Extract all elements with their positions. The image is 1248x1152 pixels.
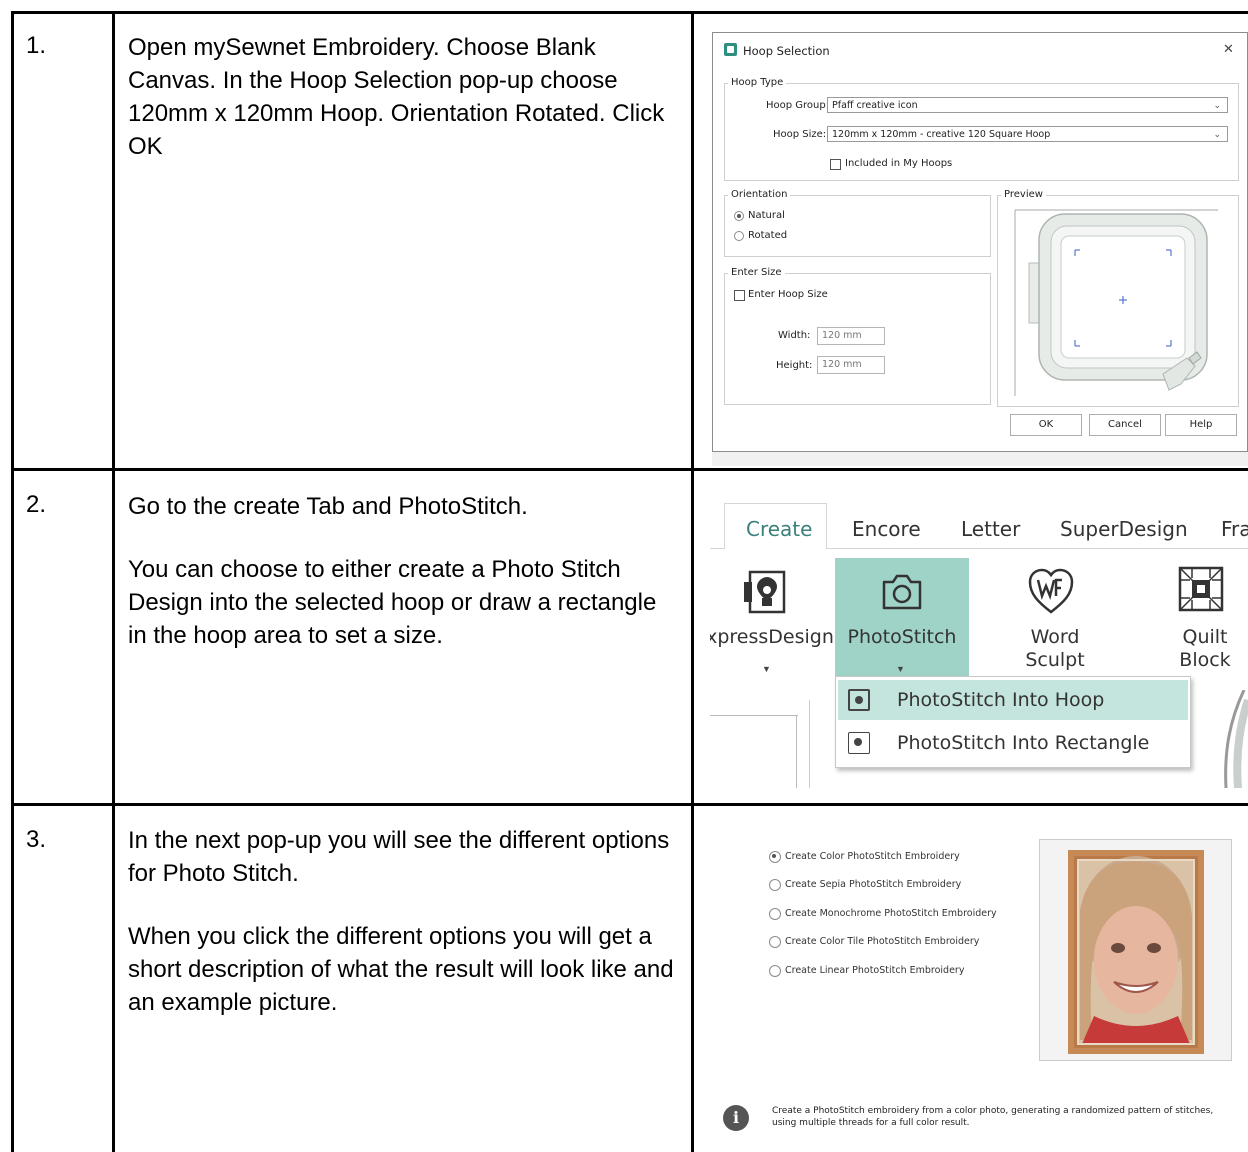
app-icon bbox=[724, 43, 737, 56]
chevron-down-icon: ⌄ bbox=[1213, 101, 1221, 111]
option-description-line1: Create a PhotoStitch embroidery from a c… bbox=[772, 1106, 1214, 1116]
menu-item-label: PhotoStitch Into Rectangle bbox=[897, 732, 1150, 754]
hoop-edge-graphic bbox=[1210, 689, 1248, 788]
step-number: 1. bbox=[26, 32, 47, 59]
dialog-title: Hoop Selection bbox=[743, 44, 830, 58]
preview-legend: Preview bbox=[1001, 189, 1046, 200]
menu-item-label: PhotoStitch Into Hoop bbox=[897, 689, 1105, 711]
quilt-block-tool[interactable]: Quilt Block bbox=[1160, 558, 1248, 676]
chevron-down-icon: ⌄ bbox=[1213, 130, 1221, 140]
included-label: Included in My Hoops bbox=[845, 158, 953, 169]
expressdesign-label: xpressDesign bbox=[710, 626, 834, 648]
hoop-group-select[interactable]: Pfaff creative icon ⌄ bbox=[827, 97, 1228, 113]
instruction-paragraph: When you click the different options you… bbox=[128, 923, 674, 1016]
enter-hoop-size-label: Enter Hoop Size bbox=[748, 289, 828, 300]
instruction-paragraph: Go to the create Tab and PhotoStitch. bbox=[128, 493, 528, 520]
word-sculpt-tool[interactable]: Word Sculpt bbox=[990, 558, 1110, 676]
enter-hoop-size-checkbox[interactable] bbox=[734, 290, 745, 301]
included-checkbox[interactable] bbox=[830, 159, 841, 170]
ok-button[interactable]: OK bbox=[1010, 414, 1082, 436]
option-label[interactable]: Create Monochrome PhotoStitch Embroidery bbox=[785, 908, 997, 919]
photostitch-options-panel: Create Color PhotoStitch Embroidery Crea… bbox=[700, 820, 1248, 1152]
option-radio-sepia[interactable] bbox=[769, 879, 781, 891]
example-picture bbox=[1039, 839, 1232, 1061]
option-label[interactable]: Create Sepia PhotoStitch Embroidery bbox=[785, 879, 961, 890]
option-label[interactable]: Create Color PhotoStitch Embroidery bbox=[785, 851, 960, 862]
embroidered-portrait-image bbox=[1068, 850, 1204, 1054]
option-radio-monochrome[interactable] bbox=[769, 908, 781, 920]
quilt-block-line2: Block bbox=[1179, 649, 1231, 671]
hoop-size-label: Hoop Size: bbox=[773, 129, 827, 140]
step-instructions: Open mySewnet Embroidery. Choose Blank C… bbox=[128, 31, 678, 193]
caret-down-icon: ▼ bbox=[762, 664, 771, 674]
photostitch-rectangle-icon bbox=[848, 732, 870, 754]
hoop-size-value: 120mm x 120mm - creative 120 Square Hoop bbox=[832, 129, 1051, 140]
menu-item-photostitch-into-rectangle[interactable]: PhotoStitch Into Rectangle bbox=[838, 723, 1188, 763]
info-icon: i bbox=[723, 1105, 749, 1131]
hoop-type-legend: Hoop Type bbox=[728, 77, 787, 88]
help-button[interactable]: Help bbox=[1165, 414, 1237, 436]
quilt-block-line1: Quilt bbox=[1182, 626, 1228, 648]
hoop-group-value: Pfaff creative icon bbox=[832, 100, 918, 111]
hoop-group-label: Hoop Group: bbox=[766, 100, 830, 111]
word-sculpt-icon bbox=[1028, 568, 1074, 614]
step-number: 2. bbox=[26, 491, 47, 518]
menu-item-photostitch-into-hoop[interactable]: PhotoStitch Into Hoop bbox=[838, 680, 1188, 720]
word-sculpt-line2: Sculpt bbox=[1025, 649, 1085, 671]
caret-down-icon: ▼ bbox=[896, 664, 905, 674]
tab-frames[interactable]: Fra bbox=[1221, 517, 1248, 541]
option-label[interactable]: Create Linear PhotoStitch Embroidery bbox=[785, 965, 964, 976]
photostitch-tool[interactable]: PhotoStitch ▼ bbox=[835, 558, 969, 676]
option-radio-color-tile[interactable] bbox=[769, 936, 781, 948]
rotated-radio[interactable] bbox=[734, 231, 744, 241]
tab-create-label: Create bbox=[746, 517, 813, 541]
expressdesign-icon bbox=[744, 570, 786, 614]
camera-icon bbox=[882, 574, 922, 610]
hoop-size-select[interactable]: 120mm x 120mm - creative 120 Square Hoop… bbox=[827, 126, 1228, 142]
instruction-paragraph: You can choose to either create a Photo … bbox=[128, 556, 657, 649]
close-icon[interactable]: ✕ bbox=[1223, 42, 1234, 57]
orientation-legend: Orientation bbox=[728, 189, 791, 200]
orientation-group bbox=[724, 195, 991, 257]
step-instructions: Go to the create Tab and PhotoStitch. Yo… bbox=[128, 490, 678, 682]
natural-label: Natural bbox=[748, 210, 785, 221]
enter-size-legend: Enter Size bbox=[728, 267, 785, 278]
natural-radio[interactable] bbox=[734, 211, 744, 221]
hoop-selection-dialog: Hoop Selection ✕ Hoop Type Hoop Group: P… bbox=[712, 32, 1248, 452]
hoop-preview-image bbox=[1014, 209, 1218, 396]
instruction-paragraph: Open mySewnet Embroidery. Choose Blank C… bbox=[128, 34, 665, 160]
tab-encore[interactable]: Encore bbox=[852, 517, 921, 541]
tab-letter[interactable]: Letter bbox=[961, 517, 1020, 541]
height-field[interactable]: 120 mm bbox=[817, 356, 885, 374]
rotated-label: Rotated bbox=[748, 230, 788, 241]
photostitch-hoop-icon bbox=[848, 689, 870, 711]
width-field[interactable]: 120 mm bbox=[817, 327, 885, 345]
option-radio-linear[interactable] bbox=[769, 965, 781, 977]
option-radio-color[interactable] bbox=[769, 851, 781, 863]
expressdesign-tool[interactable]: xpressDesign ▼ bbox=[710, 558, 834, 676]
quilt-block-label: Quilt Block bbox=[1160, 626, 1248, 672]
canvas-strip bbox=[712, 452, 1248, 466]
cancel-button[interactable]: Cancel bbox=[1089, 414, 1161, 436]
width-label: Width: bbox=[778, 330, 811, 341]
word-sculpt-line1: Word bbox=[1030, 626, 1080, 648]
tab-superdesign[interactable]: SuperDesign bbox=[1060, 517, 1188, 541]
step-instructions: In the next pop-up you will see the diff… bbox=[128, 824, 678, 1049]
photostitch-label: PhotoStitch bbox=[847, 626, 957, 648]
step-number: 3. bbox=[26, 826, 47, 853]
instruction-paragraph: In the next pop-up you will see the diff… bbox=[128, 827, 670, 887]
option-label[interactable]: Create Color Tile PhotoStitch Embroidery bbox=[785, 936, 979, 947]
word-sculpt-label: Word Sculpt bbox=[990, 626, 1120, 672]
quilt-block-icon bbox=[1178, 566, 1224, 612]
option-description-line2: using multiple threads for a full color … bbox=[772, 1118, 970, 1128]
height-label: Height: bbox=[776, 360, 813, 371]
